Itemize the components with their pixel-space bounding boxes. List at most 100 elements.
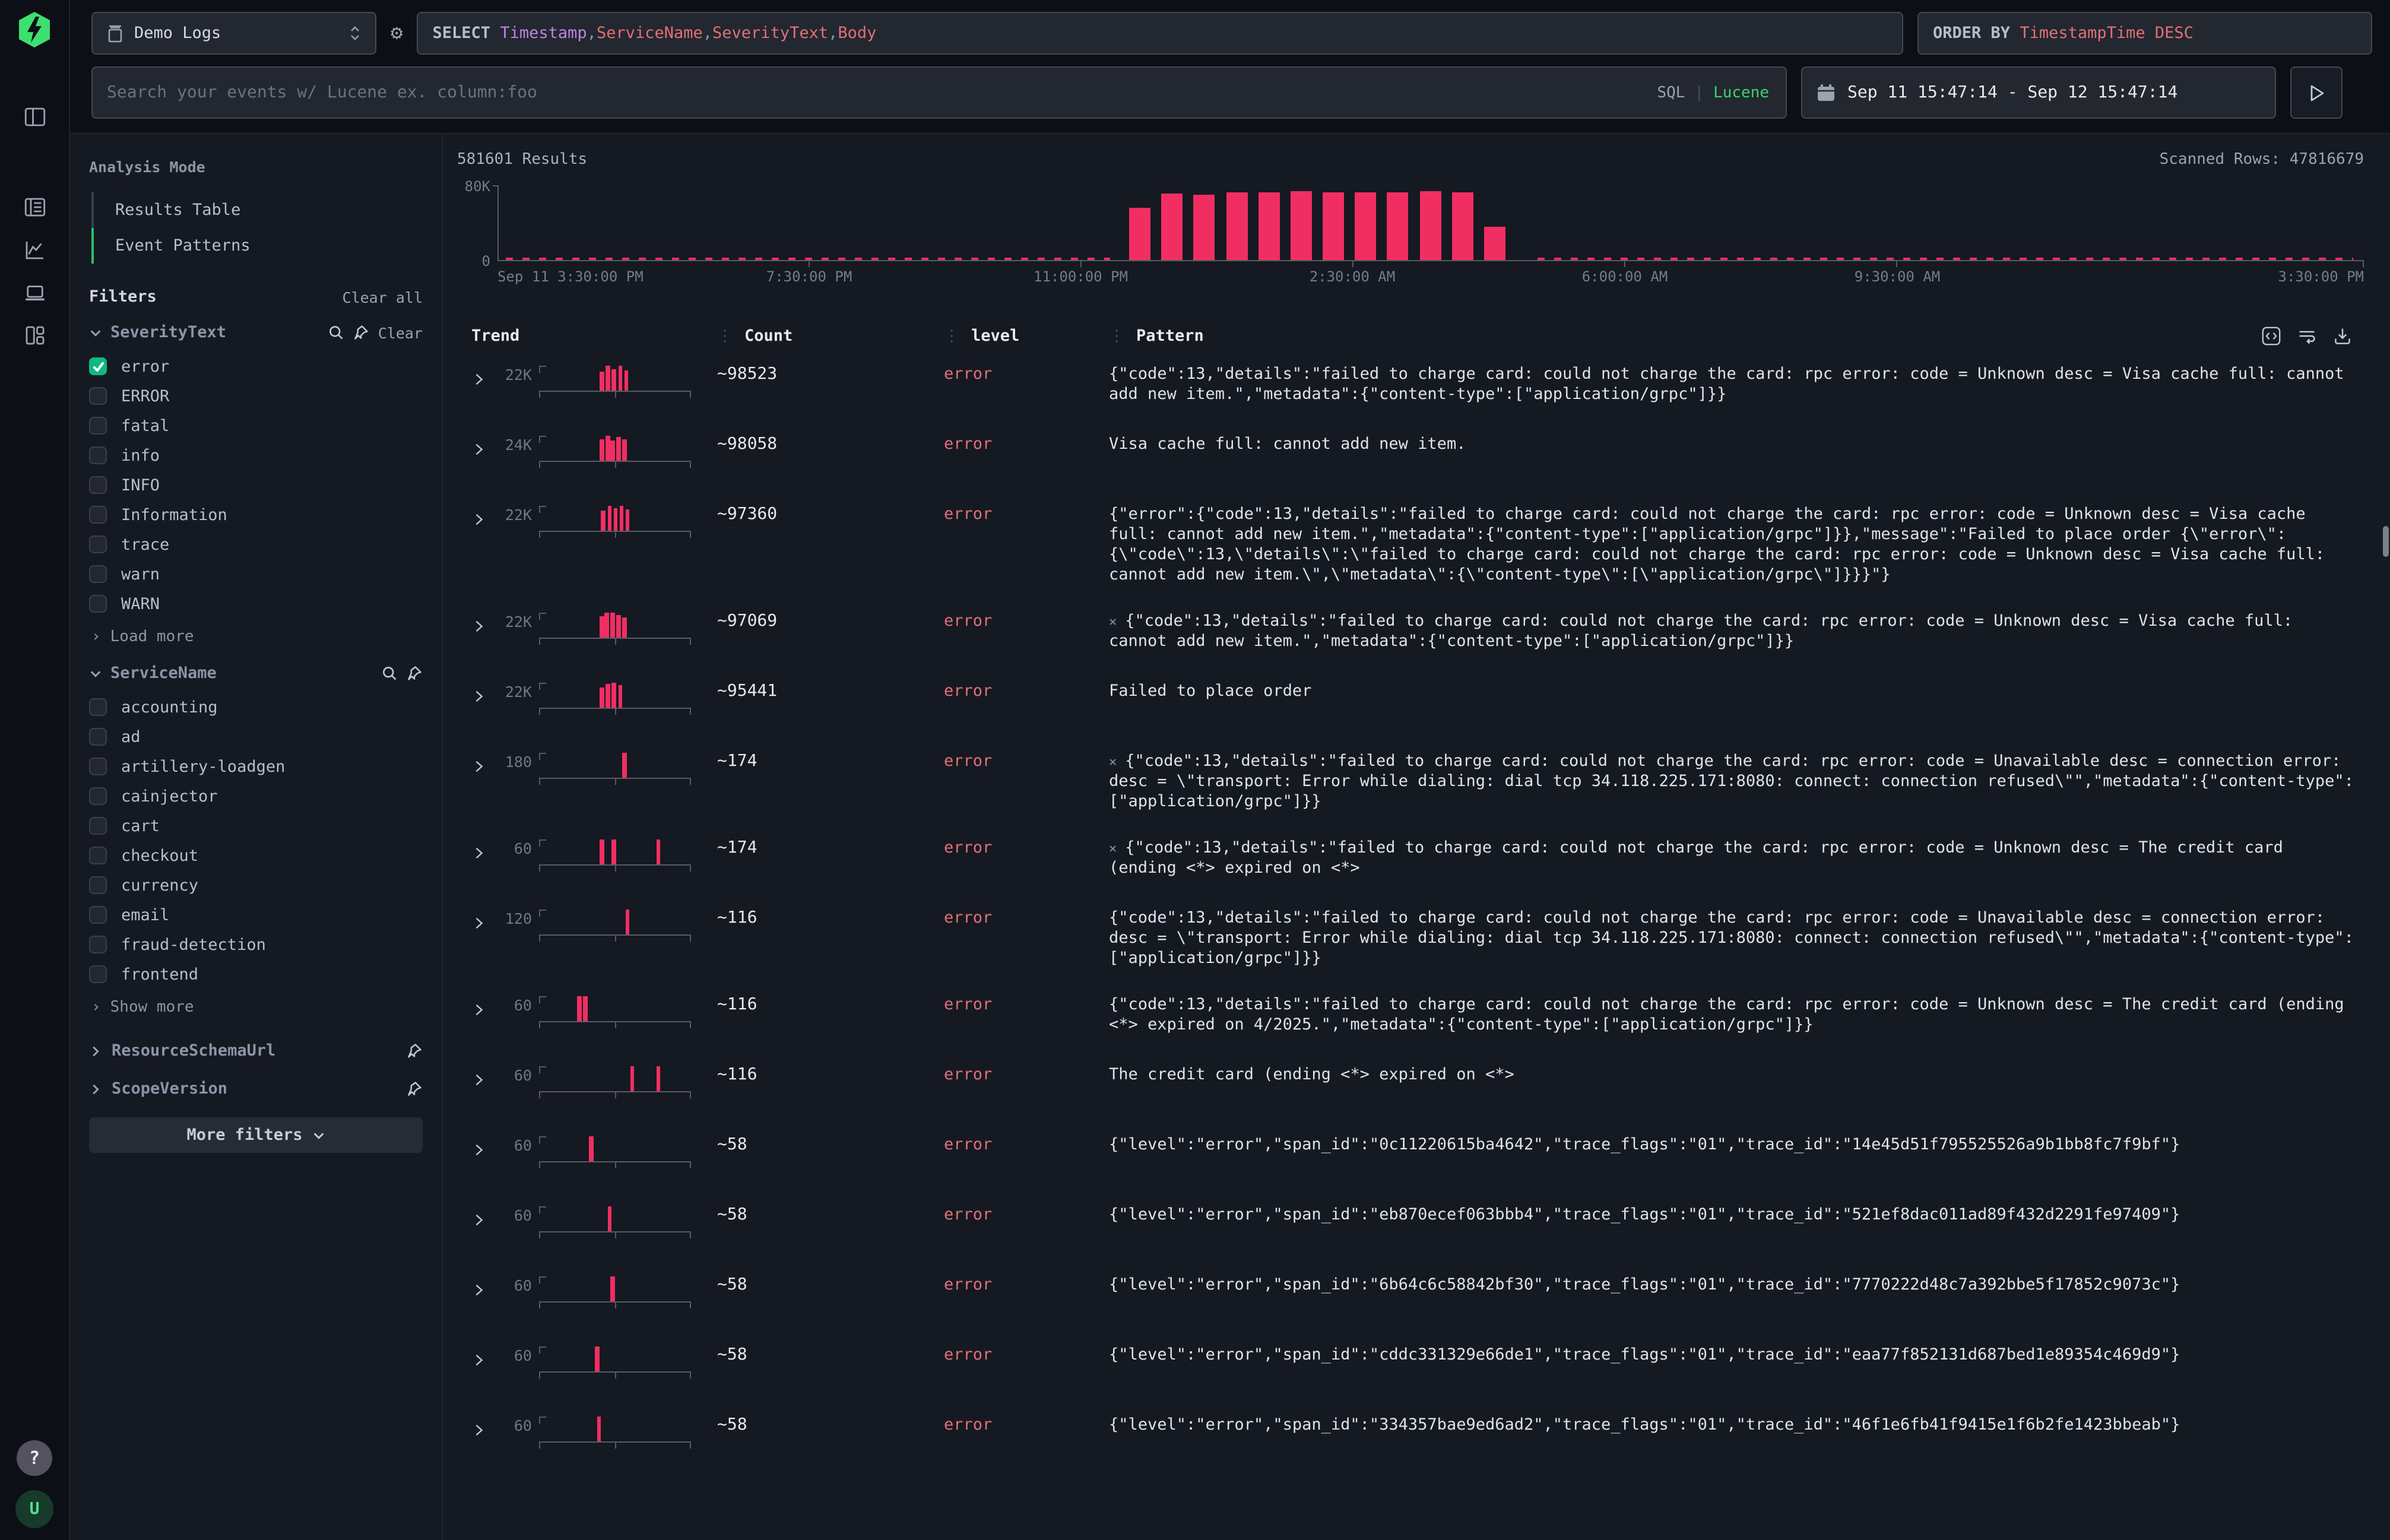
load-more-button[interactable]: › Load more xyxy=(91,621,423,652)
checkbox[interactable] xyxy=(89,387,107,405)
expand-chevron-icon[interactable] xyxy=(457,1135,493,1161)
pin-icon[interactable] xyxy=(406,1042,423,1059)
filter-option[interactable]: error xyxy=(89,351,423,381)
table-row[interactable]: 22K ~97069 error ✕{"code":13,"details":"… xyxy=(457,598,2364,668)
checkbox[interactable] xyxy=(89,847,107,864)
histogram-bar[interactable] xyxy=(1129,208,1150,260)
code-view-icon[interactable] xyxy=(2262,327,2281,346)
service-group-name[interactable]: ServiceName xyxy=(110,664,373,683)
table-row[interactable]: 22K ~97360 error {"error":{"code":13,"de… xyxy=(457,492,2364,598)
chevron-down-icon[interactable] xyxy=(89,326,102,339)
order-by-input[interactable]: ORDER BY TimestampTime DESC xyxy=(1917,12,2372,55)
select-columns-input[interactable]: SELECT Timestamp , ServiceName , Severit… xyxy=(417,12,1904,55)
client-sessions-icon[interactable] xyxy=(13,271,56,313)
table-row[interactable]: 24K ~98058 error Visa cache full: cannot… xyxy=(457,422,2364,492)
expand-chevron-icon[interactable] xyxy=(457,1275,493,1301)
hyperdx-logo-icon[interactable] xyxy=(18,12,51,47)
event-log-icon[interactable] xyxy=(13,185,56,228)
more-filters-button[interactable]: More filters xyxy=(89,1117,423,1153)
pin-icon[interactable] xyxy=(353,324,370,341)
checkbox[interactable] xyxy=(89,906,107,924)
expand-chevron-icon[interactable] xyxy=(457,1415,493,1441)
filter-option[interactable]: email xyxy=(89,900,423,930)
histogram-bar[interactable] xyxy=(1484,227,1505,260)
chevron-down-icon[interactable] xyxy=(89,667,102,680)
filter-option[interactable]: Information xyxy=(89,500,423,530)
checkbox[interactable] xyxy=(89,506,107,524)
chart-icon[interactable] xyxy=(13,228,56,271)
histogram-bar[interactable] xyxy=(1258,192,1279,260)
checkbox[interactable] xyxy=(89,698,107,716)
filter-option[interactable]: currency xyxy=(89,870,423,900)
expand-chevron-icon[interactable] xyxy=(457,752,493,778)
filter-option[interactable]: frontend xyxy=(89,959,423,989)
analysis-mode-item[interactable]: Event Patterns xyxy=(91,228,423,264)
expand-chevron-icon[interactable] xyxy=(457,1345,493,1371)
checkbox[interactable] xyxy=(89,535,107,553)
filter-option[interactable]: cart xyxy=(89,811,423,841)
severity-clear-button[interactable]: Clear xyxy=(378,324,423,341)
checkbox[interactable] xyxy=(89,417,107,435)
panel-toggle-icon[interactable] xyxy=(13,95,56,138)
column-header-level[interactable]: ⋮level xyxy=(944,321,1109,351)
table-row[interactable]: 60 ~58 error {"level":"error","span_id":… xyxy=(457,1192,2364,1262)
histogram-bar[interactable] xyxy=(1291,192,1312,260)
help-button[interactable]: ? xyxy=(17,1440,52,1476)
checkbox[interactable] xyxy=(89,476,107,494)
histogram-bar[interactable] xyxy=(1226,192,1247,260)
checkbox[interactable] xyxy=(89,446,107,464)
search-icon[interactable] xyxy=(328,324,345,341)
expand-chevron-icon[interactable] xyxy=(457,838,493,864)
histogram-bar[interactable] xyxy=(1419,192,1441,260)
mode-sql-toggle[interactable]: SQL xyxy=(1657,84,1685,102)
filter-option[interactable]: cainjector xyxy=(89,781,423,811)
histogram-bar[interactable] xyxy=(1355,192,1376,260)
filter-option[interactable]: fraud-detection xyxy=(89,930,423,959)
checkbox[interactable] xyxy=(89,357,107,375)
expand-chevron-icon[interactable] xyxy=(457,995,493,1021)
download-icon[interactable] xyxy=(2333,327,2352,346)
expand-chevron-icon[interactable] xyxy=(457,1205,493,1231)
table-row[interactable]: 60 ~58 error {"level":"error","span_id":… xyxy=(457,1332,2364,1402)
checkbox[interactable] xyxy=(89,728,107,746)
severity-group-name[interactable]: SeverityText xyxy=(110,323,320,342)
expand-chevron-icon[interactable] xyxy=(457,908,493,934)
filter-option[interactable]: artillery-loadgen xyxy=(89,752,423,781)
checkbox[interactable] xyxy=(89,565,107,583)
filter-option[interactable]: ad xyxy=(89,722,423,752)
expand-chevron-icon[interactable] xyxy=(457,505,493,531)
column-resize-handle[interactable]: ⋮ xyxy=(717,327,733,345)
checkbox[interactable] xyxy=(89,817,107,835)
run-query-button[interactable] xyxy=(2290,66,2343,119)
expand-chevron-icon[interactable] xyxy=(457,611,493,638)
checkbox[interactable] xyxy=(89,936,107,953)
table-row[interactable]: 180 ~174 error ✕{"code":13,"details":"fa… xyxy=(457,739,2364,825)
data-source-select[interactable]: Demo Logs xyxy=(91,12,376,55)
histogram-bar[interactable] xyxy=(1387,192,1409,260)
table-scrollbar-thumb[interactable] xyxy=(2383,526,2389,557)
wrap-lines-icon[interactable] xyxy=(2297,327,2316,346)
filter-option[interactable]: INFO xyxy=(89,470,423,500)
table-row[interactable]: 22K ~95441 error Failed to place order xyxy=(457,668,2364,739)
time-range-picker[interactable]: Sep 11 15:47:14 - Sep 12 15:47:14 xyxy=(1801,66,2276,119)
dashboards-icon[interactable] xyxy=(13,313,56,356)
search-icon[interactable] xyxy=(381,665,398,682)
dismiss-x-icon[interactable]: ✕ xyxy=(1109,614,1117,629)
search-input[interactable]: Search your events w/ Lucene ex. column:… xyxy=(91,66,1787,119)
histogram-bar[interactable] xyxy=(1194,195,1215,260)
filter-option[interactable]: accounting xyxy=(89,692,423,722)
pin-icon[interactable] xyxy=(406,1080,423,1097)
table-row[interactable]: 60 ~58 error {"level":"error","span_id":… xyxy=(457,1402,2364,1472)
histogram-bar[interactable] xyxy=(1161,194,1183,260)
filter-option[interactable]: warn xyxy=(89,559,423,589)
checkbox[interactable] xyxy=(89,595,107,613)
scope-version-group[interactable]: ScopeVersion xyxy=(89,1079,423,1098)
column-header-pattern[interactable]: ⋮Pattern xyxy=(1109,321,2262,351)
histogram-bar[interactable] xyxy=(1323,192,1344,260)
analysis-mode-item[interactable]: Results Table xyxy=(91,192,423,228)
expand-chevron-icon[interactable] xyxy=(457,365,493,391)
dismiss-x-icon[interactable]: ✕ xyxy=(1109,841,1117,856)
column-resize-handle[interactable]: ⋮ xyxy=(944,327,959,345)
table-row[interactable]: 60 ~116 error {"code":13,"details":"fail… xyxy=(457,982,2364,1052)
filter-option[interactable]: ERROR xyxy=(89,381,423,411)
